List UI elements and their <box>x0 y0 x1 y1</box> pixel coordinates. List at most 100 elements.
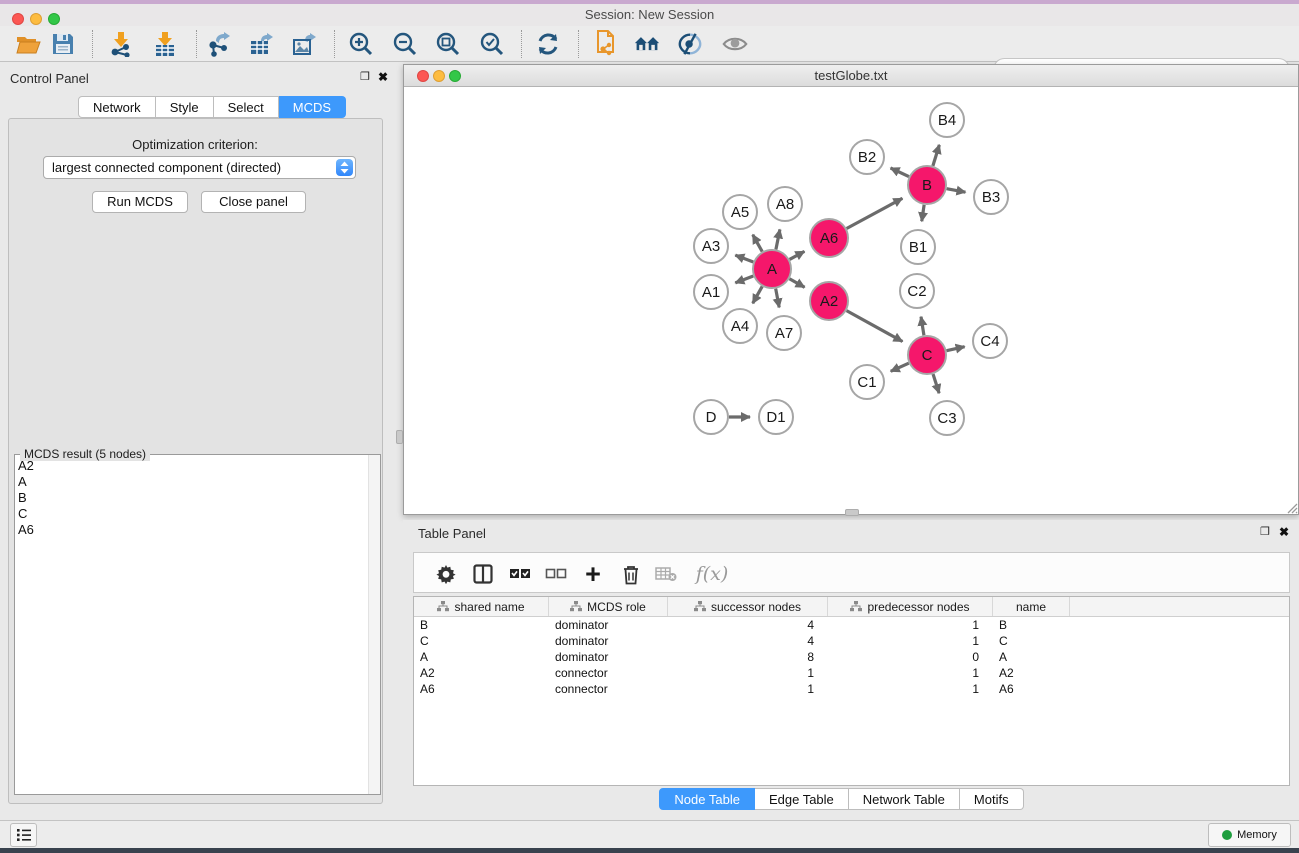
table-cell[interactable]: 1 <box>828 618 993 632</box>
table-cell[interactable]: B <box>414 618 549 632</box>
settings-gear-icon[interactable] <box>432 560 460 588</box>
table-cell[interactable]: 1 <box>828 634 993 648</box>
close-window-light[interactable] <box>12 13 24 25</box>
node-C3[interactable]: C3 <box>930 401 964 435</box>
import-network-icon[interactable] <box>108 31 134 57</box>
edge-B-B1[interactable] <box>922 205 924 221</box>
table-cell[interactable]: B <box>993 618 1070 632</box>
table-cell[interactable]: connector <box>549 666 668 680</box>
mcds-result-item[interactable]: C <box>18 506 367 522</box>
table-cell[interactable]: connector <box>549 682 668 696</box>
tab-edge-table[interactable]: Edge Table <box>755 788 849 810</box>
node-C4[interactable]: C4 <box>973 324 1007 358</box>
node-B4[interactable]: B4 <box>930 103 964 137</box>
node-table[interactable]: shared nameMCDS rolesuccessor nodesprede… <box>413 596 1290 786</box>
tab-network[interactable]: Network <box>78 96 156 118</box>
export-image-icon[interactable] <box>292 31 318 57</box>
table-cell[interactable]: A2 <box>414 666 549 680</box>
network-graph-canvas[interactable]: AA6A2BCA1A3A4A5A7A8B1B2B3B4C1C2C3C4DD1 <box>404 87 1298 514</box>
horizontal-scroll-thumb[interactable] <box>845 509 859 516</box>
create-column-icon[interactable]: + <box>579 560 607 588</box>
edge-A-A4[interactable] <box>753 286 762 303</box>
table-row[interactable]: Cdominator41C <box>414 633 1289 649</box>
edge-C-C4[interactable] <box>947 347 965 351</box>
table-row[interactable]: Bdominator41B <box>414 617 1289 633</box>
export-network-icon[interactable] <box>206 31 232 57</box>
column-header-name[interactable]: name <box>993 597 1070 616</box>
select-all-check-icon[interactable] <box>506 560 534 588</box>
table-row[interactable]: Adominator80A <box>414 649 1289 665</box>
export-table-icon[interactable] <box>249 31 275 57</box>
tab-mcds[interactable]: MCDS <box>279 96 346 118</box>
edge-A-A7[interactable] <box>776 289 780 308</box>
mcds-result-item[interactable]: B <box>18 490 367 506</box>
table-cell[interactable]: 1 <box>828 682 993 696</box>
float-panel-icon[interactable]: ❐ <box>360 70 370 83</box>
mcds-result-item[interactable]: A <box>18 474 367 490</box>
table-cell[interactable]: 4 <box>668 634 828 648</box>
memory-button[interactable]: Memory <box>1208 823 1291 847</box>
node-B[interactable]: B <box>908 166 946 204</box>
zoom-fit-icon[interactable] <box>435 31 461 57</box>
table-cell[interactable]: dominator <box>549 634 668 648</box>
edge-C-C3[interactable] <box>933 374 939 393</box>
table-cell[interactable]: 1 <box>828 666 993 680</box>
deselect-all-icon[interactable] <box>542 560 570 588</box>
node-A4[interactable]: A4 <box>723 309 757 343</box>
column-header-MCDS-role[interactable]: MCDS role <box>549 597 668 616</box>
network-window-titlebar[interactable]: testGlobe.txt <box>404 65 1298 87</box>
node-A7[interactable]: A7 <box>767 316 801 350</box>
table-cell[interactable]: 1 <box>668 666 828 680</box>
table-cell[interactable]: 8 <box>668 650 828 664</box>
zoom-view-light[interactable] <box>449 70 461 82</box>
table-row[interactable]: A2connector11A2 <box>414 665 1289 681</box>
node-C1[interactable]: C1 <box>850 365 884 399</box>
edge-A-A2[interactable] <box>789 279 804 288</box>
edge-A-A5[interactable] <box>753 235 762 252</box>
table-cell[interactable]: A <box>993 650 1070 664</box>
edge-B-B2[interactable] <box>891 168 909 177</box>
node-A3[interactable]: A3 <box>694 229 728 263</box>
home-views-icon[interactable] <box>634 31 660 57</box>
close-table-panel-icon[interactable]: ✖ <box>1279 525 1289 539</box>
table-cell[interactable]: A <box>414 650 549 664</box>
zoom-window-light[interactable] <box>48 13 60 25</box>
run-mcds-button[interactable]: Run MCDS <box>92 191 188 213</box>
node-A1[interactable]: A1 <box>694 275 728 309</box>
show-column-icon[interactable] <box>469 560 497 588</box>
node-B1[interactable]: B1 <box>901 230 935 264</box>
edge-A6-B[interactable] <box>847 198 903 228</box>
tab-network-table[interactable]: Network Table <box>849 788 960 810</box>
table-cell[interactable]: 1 <box>668 682 828 696</box>
table-cell[interactable]: A2 <box>993 666 1070 680</box>
tab-style[interactable]: Style <box>156 96 214 118</box>
node-A6[interactable]: A6 <box>810 219 848 257</box>
minimize-window-light[interactable] <box>30 13 42 25</box>
close-panel-icon[interactable]: ✖ <box>378 70 388 84</box>
edge-C-C1[interactable] <box>891 363 909 371</box>
table-cell[interactable]: 0 <box>828 650 993 664</box>
zoom-selected-icon[interactable] <box>479 31 505 57</box>
tab-select[interactable]: Select <box>214 96 279 118</box>
mcds-result-item[interactable]: A6 <box>18 522 367 538</box>
node-D1[interactable]: D1 <box>759 400 793 434</box>
node-C[interactable]: C <box>908 336 946 374</box>
table-cell[interactable]: 4 <box>668 618 828 632</box>
tab-motifs[interactable]: Motifs <box>960 788 1024 810</box>
mcds-result-scrollbar[interactable] <box>368 455 380 794</box>
node-A2[interactable]: A2 <box>810 282 848 320</box>
mcds-result-list[interactable]: A2ABCA6 <box>15 456 367 793</box>
task-history-button[interactable] <box>10 823 37 847</box>
table-cell[interactable]: A6 <box>993 682 1070 696</box>
show-view-icon[interactable] <box>722 31 748 57</box>
window-resize-grip[interactable] <box>1286 502 1298 514</box>
node-A8[interactable]: A8 <box>768 187 802 221</box>
table-cell[interactable]: A6 <box>414 682 549 696</box>
open-file-icon[interactable] <box>15 31 41 57</box>
table-cell[interactable]: C <box>414 634 549 648</box>
zoom-in-icon[interactable] <box>348 31 374 57</box>
node-B2[interactable]: B2 <box>850 140 884 174</box>
open-session-network-icon[interactable] <box>592 31 618 57</box>
node-D[interactable]: D <box>694 400 728 434</box>
save-session-icon[interactable] <box>50 31 76 57</box>
